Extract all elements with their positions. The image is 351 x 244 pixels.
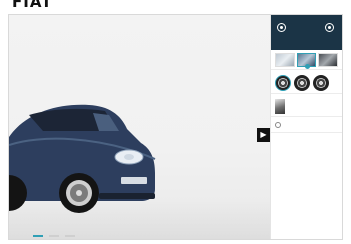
color-swatches <box>275 53 339 69</box>
option-row[interactable] <box>275 122 338 128</box>
color-swatch-3[interactable] <box>318 53 339 67</box>
wheel-option-3[interactable] <box>313 75 329 91</box>
wheel-option-2[interactable] <box>294 75 310 91</box>
configuration-panel <box>270 15 342 239</box>
chevron-right-icon: ▶ <box>260 130 267 139</box>
brand-logo: FIAT <box>12 0 53 11</box>
interior-section <box>271 94 342 117</box>
radio-icon <box>325 23 334 32</box>
configurator-window: ▶ <box>8 14 343 240</box>
next-view-button[interactable]: ▶ <box>257 128 270 142</box>
version-toggle-2[interactable] <box>325 23 336 32</box>
view-pagination <box>33 235 75 237</box>
wheel-options <box>275 75 338 91</box>
view-dot-2[interactable] <box>49 235 59 237</box>
radio-icon <box>277 23 286 32</box>
panel-header <box>271 15 342 50</box>
radio-icon <box>275 122 281 128</box>
view-dot-3[interactable] <box>65 235 75 237</box>
car-viewer[interactable]: ▶ <box>9 15 270 239</box>
wheels-section <box>271 70 342 94</box>
color-swatch-2-selected[interactable] <box>296 53 317 69</box>
version-toggles <box>275 23 338 32</box>
car-image <box>9 104 156 213</box>
options-section <box>271 117 342 133</box>
color-swatch-1[interactable] <box>275 53 295 67</box>
view-dot-1[interactable] <box>33 235 43 237</box>
exterior-color-section <box>271 50 342 70</box>
wheel-option-1-selected[interactable] <box>275 75 291 91</box>
interior-option[interactable] <box>275 99 338 114</box>
interior-thumbnail <box>275 99 285 114</box>
version-toggle-1[interactable] <box>277 23 288 32</box>
